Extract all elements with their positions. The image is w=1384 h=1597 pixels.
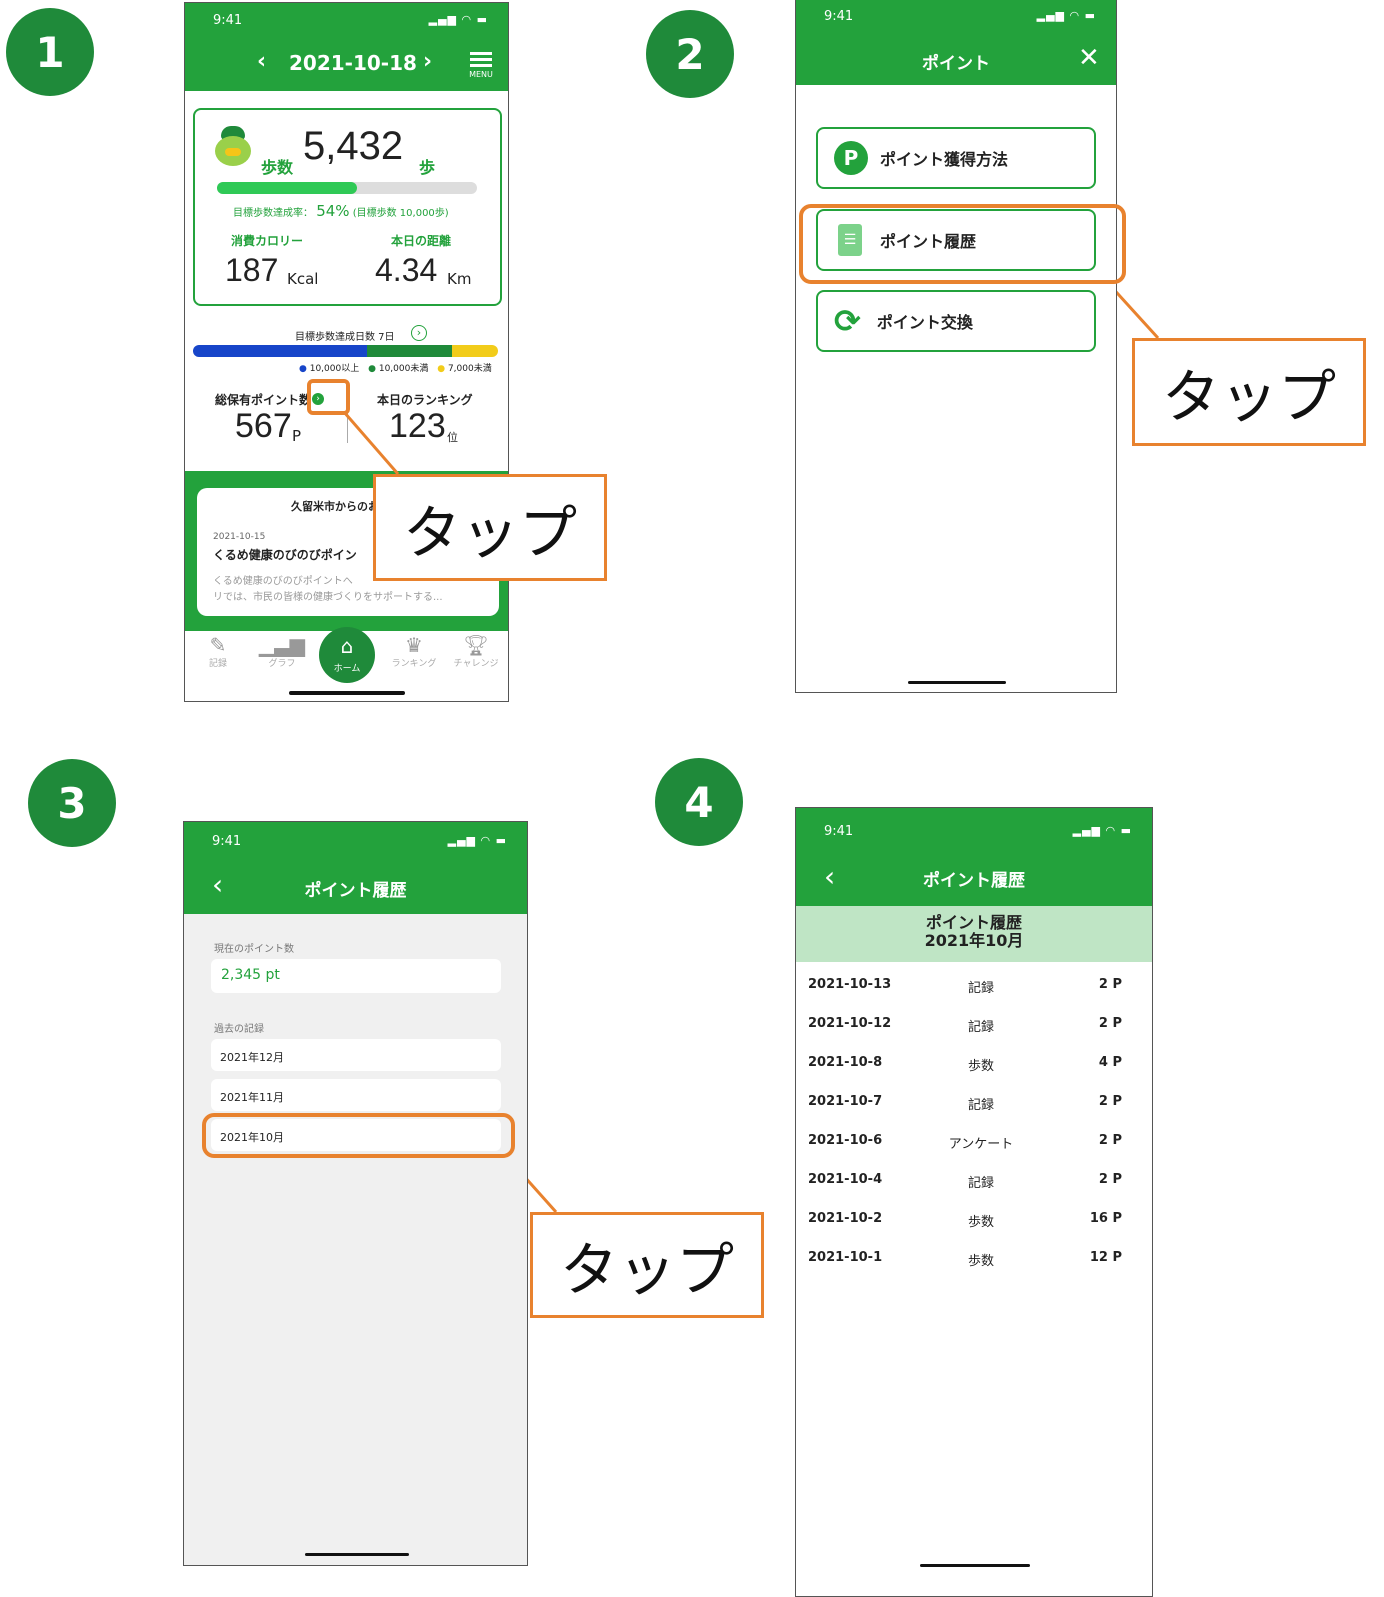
history-points: 4 P: [1098, 1055, 1122, 1070]
refresh-icon: ⟳: [834, 302, 861, 340]
home-indicator: [920, 1564, 1030, 1567]
menu-earn-points[interactable]: P ポイント獲得方法: [816, 127, 1096, 189]
status-time: 9:41: [824, 9, 854, 24]
history-points: 2 P: [1098, 1133, 1122, 1148]
history-points: 2 P: [1098, 977, 1122, 992]
history-type: 歩数: [967, 1059, 994, 1074]
history-row: 2021-10-2 歩数 16 P: [796, 1199, 1152, 1237]
month-banner: ポイント履歴 2021年10月: [796, 906, 1152, 962]
page-title: ポイント履歴: [923, 871, 1025, 891]
history-row: 2021-10-4 記録 2 P: [796, 1160, 1152, 1198]
signal-wifi-battery-icon: ▂▄▆ ◠ ▬: [1072, 824, 1132, 837]
history-date: 2021-10-2: [808, 1211, 883, 1226]
history-type: アンケート: [948, 1137, 1014, 1152]
signal-wifi-battery-icon: ▂▄▆ ◠ ▬: [1036, 9, 1096, 22]
highlight-october: [202, 1113, 515, 1158]
past-records-label: 過去の記録: [214, 1024, 264, 1035]
status-bar: 9:41 ▂▄▆ ◠ ▬: [184, 824, 527, 854]
month-label: 2021年11月: [220, 1091, 284, 1104]
history-type: 歩数: [967, 1215, 994, 1230]
page-title: ポイント履歴: [304, 881, 407, 901]
history-type: 記録: [967, 981, 994, 996]
history-row: 2021-10-1 歩数 12 P: [796, 1238, 1152, 1276]
history-date: 2021-10-4: [808, 1172, 883, 1187]
history-row: 2021-10-7 記録 2 P: [796, 1082, 1152, 1120]
history-date: 2021-10-13: [808, 977, 892, 992]
history-date: 2021-10-7: [808, 1094, 883, 1109]
banner-month: 2021年10月: [924, 931, 1024, 950]
status-bar: 9:41 ▂▄▆ ◠ ▬: [796, 0, 1116, 29]
current-points-label: 現在のポイント数: [214, 944, 294, 955]
status-time: 9:41: [824, 824, 854, 839]
home-indicator: [908, 681, 1006, 684]
status-bar: 9:41 ▂▄▆ ◠ ▬: [796, 814, 1152, 844]
history-points: 2 P: [1098, 1094, 1122, 1109]
history-type: 記録: [967, 1098, 994, 1113]
history-date: 2021-10-1: [808, 1250, 883, 1265]
history-date: 2021-10-12: [808, 1016, 892, 1031]
month-item-nov[interactable]: 2021年11月: [211, 1079, 501, 1111]
history-type: 歩数: [967, 1254, 994, 1269]
month-label: 2021年12月: [220, 1051, 284, 1064]
signal-wifi-battery-icon: ▂▄▆ ◠ ▬: [447, 834, 507, 847]
history-points: 2 P: [1098, 1016, 1122, 1031]
history-date: 2021-10-6: [808, 1133, 883, 1148]
history-row: 2021-10-13 記録 2 P: [796, 965, 1152, 1003]
history-type: 記録: [967, 1176, 994, 1191]
current-points-value: 2,345 pt: [221, 967, 280, 983]
current-points-box: 2,345 pt: [211, 959, 501, 993]
history-row: 2021-10-12 記録 2 P: [796, 1004, 1152, 1042]
history-row: 2021-10-6 アンケート 2 P: [796, 1121, 1152, 1159]
tap-callout-3: タップ: [530, 1212, 764, 1318]
history-date: 2021-10-8: [808, 1055, 883, 1070]
screen-point-history-detail: 9:41 ▂▄▆ ◠ ▬ ‹ ポイント履歴 ポイント履歴 2021年10月 20…: [795, 807, 1153, 1597]
close-icon[interactable]: ✕: [1078, 43, 1100, 73]
menu-point-exchange[interactable]: ⟳ ポイント交換: [816, 290, 1096, 352]
highlight-point-history: [799, 204, 1126, 284]
tap-callout-2: タップ: [1132, 338, 1366, 446]
month-item-dec[interactable]: 2021年12月: [211, 1039, 501, 1071]
history-points: 12 P: [1089, 1250, 1122, 1265]
history-points: 16 P: [1089, 1211, 1122, 1226]
points-header: 9:41 ▂▄▆ ◠ ▬ ポイント ✕: [796, 0, 1116, 85]
screen-points-menu: 9:41 ▂▄▆ ◠ ▬ ポイント ✕ P ポイント獲得方法 ☰ ポイント履歴 …: [795, 0, 1117, 693]
history-points: 2 P: [1098, 1172, 1122, 1187]
status-time: 9:41: [212, 834, 242, 849]
menu-label: ポイント交換: [876, 313, 973, 332]
tap-callout-1: タップ: [373, 474, 607, 581]
screen-point-history-months: 9:41 ▂▄▆ ◠ ▬ ‹ ポイント履歴 現在のポイント数 2,345 pt …: [183, 821, 528, 1566]
page-title: ポイント: [922, 54, 990, 74]
history-row: 2021-10-8 歩数 4 P: [796, 1043, 1152, 1081]
home-indicator: [305, 1553, 409, 1556]
history-header: 9:41 ▂▄▆ ◠ ▬ ‹ ポイント履歴: [184, 822, 527, 914]
detail-header: 9:41 ▂▄▆ ◠ ▬ ‹ ポイント履歴: [796, 808, 1152, 906]
menu-label: ポイント獲得方法: [880, 150, 1009, 169]
p-coin-icon: P: [834, 141, 868, 175]
history-type: 記録: [967, 1020, 994, 1035]
banner-title: ポイント履歴: [925, 913, 1022, 932]
